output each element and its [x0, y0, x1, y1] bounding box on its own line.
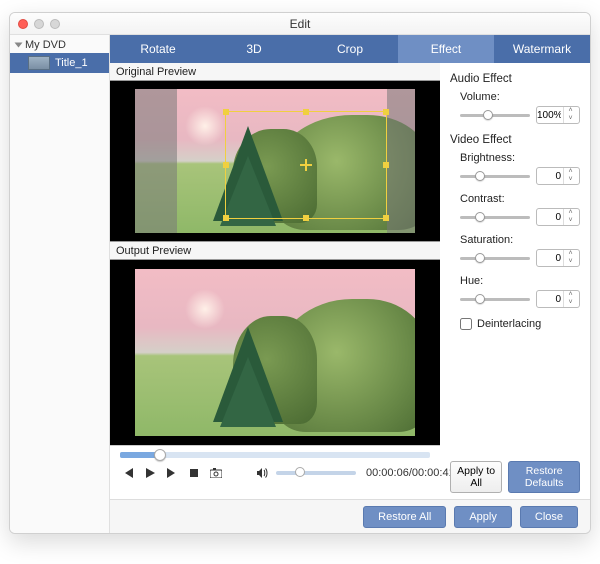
sidebar: My DVD Title_1	[10, 35, 110, 533]
volume-spinner[interactable]: ˄˅	[536, 106, 580, 124]
saturation-label: Saturation:	[450, 234, 580, 246]
effect-panel: Audio Effect Volume: ˄˅ Video Effect	[440, 63, 590, 499]
crop-handle[interactable]	[383, 162, 389, 168]
seek-slider[interactable]	[120, 452, 430, 458]
deinterlacing-checkbox[interactable]	[460, 318, 472, 330]
volume-effect-slider[interactable]	[460, 114, 530, 117]
apply-button[interactable]: Apply	[454, 506, 512, 528]
close-button[interactable]: Close	[520, 506, 578, 528]
crop-handle[interactable]	[303, 215, 309, 221]
crop-handle[interactable]	[223, 215, 229, 221]
brightness-slider[interactable]	[460, 175, 530, 178]
tab-bar: Rotate 3D Crop Effect Watermark	[110, 35, 590, 63]
step-down-icon[interactable]: ˅	[564, 299, 577, 307]
footer: Restore All Apply Close	[110, 499, 590, 533]
snapshot-button[interactable]	[208, 466, 224, 480]
stop-button[interactable]	[186, 466, 202, 480]
audio-effect-title: Audio Effect	[450, 73, 580, 85]
volume-knob[interactable]	[295, 467, 305, 477]
saturation-slider[interactable]	[460, 257, 530, 260]
tree-root[interactable]: My DVD	[10, 35, 109, 53]
deinterlacing-label: Deinterlacing	[477, 318, 541, 330]
saturation-input[interactable]	[537, 253, 563, 264]
brightness-input[interactable]	[537, 171, 563, 182]
edit-window: Edit My DVD Title_1 Rotate 3D Crop Effec…	[9, 12, 591, 534]
window-body: My DVD Title_1 Rotate 3D Crop Effect Wat…	[10, 35, 590, 533]
prev-button[interactable]	[120, 466, 136, 480]
tree-root-label: My DVD	[25, 39, 66, 51]
volume-input[interactable]	[537, 110, 563, 121]
slider-knob[interactable]	[475, 294, 485, 304]
brightness-spinner[interactable]: ˄˅	[536, 167, 580, 185]
video-effect-title: Video Effect	[450, 134, 580, 146]
window-title: Edit	[10, 17, 590, 31]
original-preview[interactable]	[110, 81, 440, 241]
step-up-icon[interactable]: ˄	[564, 107, 577, 115]
crop-handle[interactable]	[383, 215, 389, 221]
tab-3d[interactable]: 3D	[206, 35, 302, 63]
volume-icon[interactable]	[254, 466, 270, 480]
tab-rotate[interactable]: Rotate	[110, 35, 206, 63]
crop-handle[interactable]	[223, 162, 229, 168]
slider-knob[interactable]	[483, 110, 493, 120]
step-up-icon[interactable]: ˄	[564, 209, 577, 217]
apply-to-all-button[interactable]: Apply to All	[450, 461, 502, 493]
hue-input[interactable]	[537, 294, 563, 305]
crosshair-icon	[300, 159, 312, 171]
step-up-icon[interactable]: ˄	[564, 250, 577, 258]
tree-item-label: Title_1	[55, 57, 88, 69]
restore-defaults-button[interactable]: Restore Defaults	[508, 461, 580, 493]
step-down-icon[interactable]: ˅	[564, 217, 577, 225]
titlebar: Edit	[10, 13, 590, 35]
seek-knob[interactable]	[154, 449, 166, 461]
crop-handle[interactable]	[223, 109, 229, 115]
volume-slider[interactable]	[276, 471, 356, 475]
preview-column: Original Preview	[110, 63, 440, 499]
tree-item-title-1[interactable]: Title_1	[10, 53, 109, 73]
contrast-input[interactable]	[537, 212, 563, 223]
step-down-icon[interactable]: ˅	[564, 176, 577, 184]
hue-spinner[interactable]: ˄˅	[536, 290, 580, 308]
playback-controls: 00:00:06/00:00:41	[110, 445, 440, 499]
brightness-label: Brightness:	[450, 152, 580, 164]
crop-handle[interactable]	[303, 109, 309, 115]
contrast-slider[interactable]	[460, 216, 530, 219]
content-row: Original Preview	[110, 63, 590, 499]
tab-watermark[interactable]: Watermark	[494, 35, 590, 63]
crop-selection[interactable]	[225, 111, 388, 219]
contrast-label: Contrast:	[450, 193, 580, 205]
main-area: Rotate 3D Crop Effect Watermark Original…	[110, 35, 590, 533]
output-preview-label: Output Preview	[110, 242, 440, 260]
disclosure-triangle-icon[interactable]	[15, 43, 23, 48]
original-preview-label: Original Preview	[110, 63, 440, 81]
crop-handle[interactable]	[383, 109, 389, 115]
saturation-spinner[interactable]: ˄˅	[536, 249, 580, 267]
step-down-icon[interactable]: ˅	[564, 258, 577, 266]
slider-knob[interactable]	[475, 253, 485, 263]
slider-knob[interactable]	[475, 212, 485, 222]
thumbnail-icon	[28, 56, 50, 70]
step-down-icon[interactable]: ˅	[564, 115, 577, 123]
output-preview-image	[135, 269, 416, 436]
hue-slider[interactable]	[460, 298, 530, 301]
volume-label: Volume:	[450, 91, 580, 103]
original-preview-image	[135, 89, 416, 233]
step-up-icon[interactable]: ˄	[564, 168, 577, 176]
play-button[interactable]	[142, 466, 158, 480]
deinterlacing-row[interactable]: Deinterlacing	[450, 318, 580, 330]
slider-knob[interactable]	[475, 171, 485, 181]
tab-effect[interactable]: Effect	[398, 35, 494, 63]
contrast-spinner[interactable]: ˄˅	[536, 208, 580, 226]
tab-crop[interactable]: Crop	[302, 35, 398, 63]
step-up-icon[interactable]: ˄	[564, 291, 577, 299]
next-button[interactable]	[164, 466, 180, 480]
hue-label: Hue:	[450, 275, 580, 287]
output-preview[interactable]	[110, 260, 440, 445]
restore-all-button[interactable]: Restore All	[363, 506, 446, 528]
